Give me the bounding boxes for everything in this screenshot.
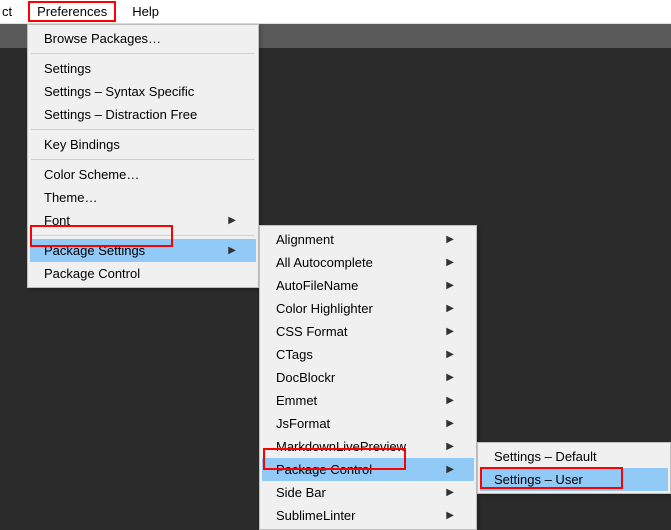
submenu-jsformat[interactable]: JsFormat▶ xyxy=(262,412,474,435)
chevron-right-icon: ▶ xyxy=(446,349,454,360)
chevron-right-icon: ▶ xyxy=(446,487,454,498)
chevron-right-icon: ▶ xyxy=(228,245,236,256)
menu-separator xyxy=(31,235,255,236)
chevron-right-icon: ▶ xyxy=(446,510,454,521)
menubar-item-partial[interactable]: ct xyxy=(0,1,21,22)
menu-package-settings[interactable]: Package Settings▶ xyxy=(30,239,256,262)
menu-key-bindings[interactable]: Key Bindings xyxy=(30,133,256,156)
submenu-settings-user[interactable]: Settings – User xyxy=(480,468,668,491)
menu-separator xyxy=(31,159,255,160)
submenu-settings-default[interactable]: Settings – Default xyxy=(480,445,668,468)
submenu-package-control[interactable]: Package Control▶ xyxy=(262,458,474,481)
chevron-right-icon: ▶ xyxy=(446,257,454,268)
menu-settings-distraction[interactable]: Settings – Distraction Free xyxy=(30,103,256,126)
menu-separator xyxy=(31,129,255,130)
chevron-right-icon: ▶ xyxy=(446,326,454,337)
menubar: ct Preferences Help xyxy=(0,0,671,24)
menu-settings-syntax[interactable]: Settings – Syntax Specific xyxy=(30,80,256,103)
submenu-side-bar[interactable]: Side Bar▶ xyxy=(262,481,474,504)
chevron-right-icon: ▶ xyxy=(446,418,454,429)
package-settings-submenu: Alignment▶ All Autocomplete▶ AutoFileNam… xyxy=(259,225,477,530)
chevron-right-icon: ▶ xyxy=(446,372,454,383)
menu-browse-packages[interactable]: Browse Packages… xyxy=(30,27,256,50)
chevron-right-icon: ▶ xyxy=(446,303,454,314)
menu-color-scheme[interactable]: Color Scheme… xyxy=(30,163,256,186)
menu-theme[interactable]: Theme… xyxy=(30,186,256,209)
chevron-right-icon: ▶ xyxy=(446,441,454,452)
menu-font[interactable]: Font▶ xyxy=(30,209,256,232)
preferences-menu: Browse Packages… Settings Settings – Syn… xyxy=(27,24,259,288)
chevron-right-icon: ▶ xyxy=(228,215,236,226)
submenu-emmet[interactable]: Emmet▶ xyxy=(262,389,474,412)
chevron-right-icon: ▶ xyxy=(446,395,454,406)
package-control-submenu: Settings – Default Settings – User xyxy=(477,442,671,494)
submenu-ctags[interactable]: CTags▶ xyxy=(262,343,474,366)
submenu-autofilename[interactable]: AutoFileName▶ xyxy=(262,274,474,297)
chevron-right-icon: ▶ xyxy=(446,234,454,245)
submenu-color-highlighter[interactable]: Color Highlighter▶ xyxy=(262,297,474,320)
menu-separator xyxy=(31,53,255,54)
submenu-css-format[interactable]: CSS Format▶ xyxy=(262,320,474,343)
menubar-item-help[interactable]: Help xyxy=(123,1,168,22)
chevron-right-icon: ▶ xyxy=(446,280,454,291)
menu-settings[interactable]: Settings xyxy=(30,57,256,80)
menu-package-control[interactable]: Package Control xyxy=(30,262,256,285)
submenu-alignment[interactable]: Alignment▶ xyxy=(262,228,474,251)
preferences-highlight: Preferences xyxy=(28,1,116,22)
menubar-item-preferences[interactable]: Preferences xyxy=(21,1,123,22)
submenu-markdown-preview[interactable]: MarkdownLivePreview▶ xyxy=(262,435,474,458)
submenu-docblockr[interactable]: DocBlockr▶ xyxy=(262,366,474,389)
submenu-sublimelinter[interactable]: SublimeLinter▶ xyxy=(262,504,474,527)
submenu-all-autocomplete[interactable]: All Autocomplete▶ xyxy=(262,251,474,274)
chevron-right-icon: ▶ xyxy=(446,464,454,475)
